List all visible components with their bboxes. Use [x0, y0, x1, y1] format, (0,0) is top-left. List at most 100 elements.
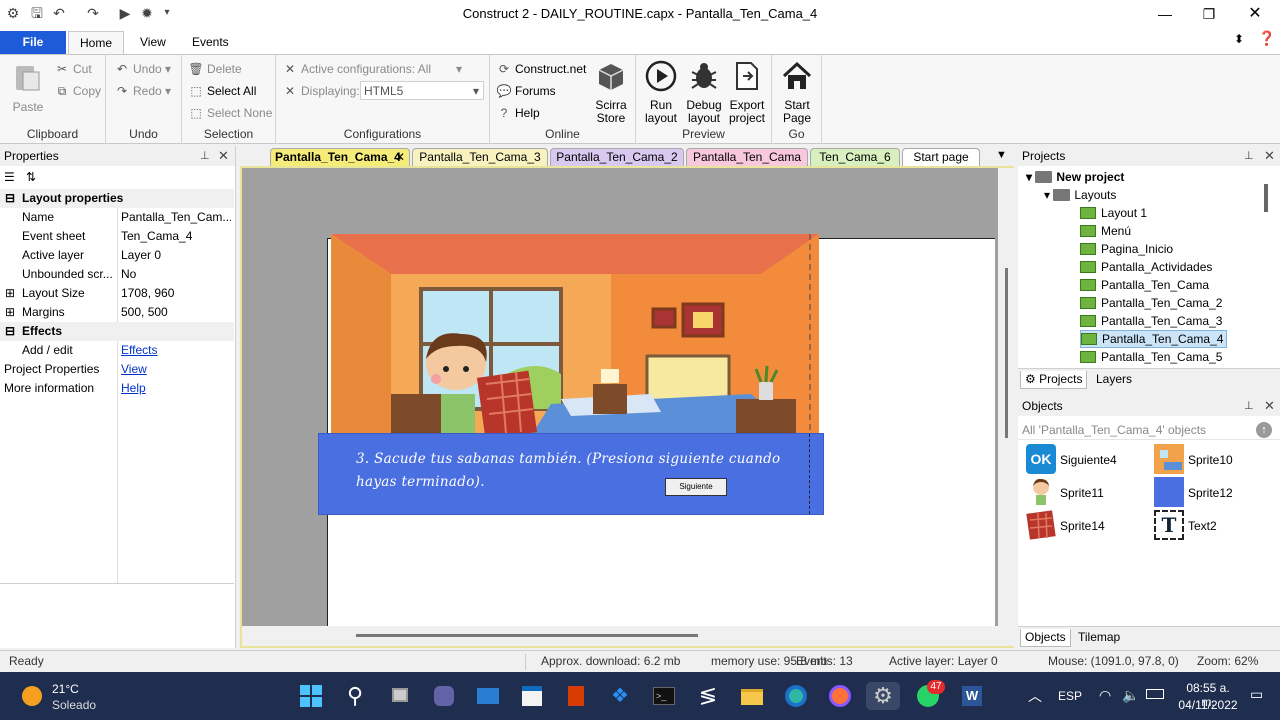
sun-weather-icon[interactable] [22, 686, 42, 706]
select-all-button[interactable]: ⬚ Select All [188, 82, 256, 100]
horizontal-scroll-thumb[interactable] [356, 634, 698, 637]
objects-pin-icon[interactable]: ⊥ [1244, 396, 1254, 416]
ribbon-collapse-icon[interactable]: ⬍ [1234, 32, 1244, 46]
select-none-button[interactable]: ⬚ Select None [188, 104, 272, 122]
wifi-icon[interactable]: ◠ [1099, 687, 1111, 704]
property-row[interactable]: Name Pantalla_Ten_Cam... [0, 208, 234, 227]
tree-layout-item[interactable]: Pantalla_Ten_Cama_2 [1080, 294, 1222, 312]
objects-close-icon[interactable]: ✕ [1264, 396, 1275, 416]
delete-button[interactable]: 🗑 Delete [188, 60, 241, 78]
tree-layout-item[interactable]: Pantalla_Actividades [1080, 258, 1212, 276]
tab-close-icon[interactable]: ✕ [395, 149, 405, 165]
objects-filter[interactable]: All 'Pantalla_Ten_Cama_4' objects [1018, 420, 1280, 440]
tree-layout-item[interactable]: Pantalla_Ten_Cama [1080, 276, 1209, 294]
firefox-icon[interactable] [826, 682, 854, 710]
horizontal-scrollbar[interactable] [242, 626, 998, 646]
tree-root[interactable]: ▾ New project [1026, 168, 1124, 186]
help-link[interactable]: Help [121, 379, 231, 398]
filter-up-icon[interactable]: ↑ [1256, 422, 1272, 438]
online-help-button[interactable]: ? Help [496, 104, 540, 122]
tab-file[interactable]: File [0, 31, 66, 54]
clock-date[interactable]: 04/11/2022 [1178, 698, 1238, 712]
tab-view[interactable]: View [126, 31, 180, 53]
tab-projects[interactable]: ⚙ Projects [1020, 371, 1088, 389]
property-row[interactable]: ⊞ Layout Size 1708, 960 [0, 284, 234, 303]
tree-layout-item[interactable]: Pagina_Inicio [1080, 240, 1173, 258]
edge-icon[interactable] [782, 682, 810, 710]
property-value[interactable]: 1708, 960 [121, 284, 231, 303]
tab-layers[interactable]: Layers [1094, 371, 1134, 389]
document-tab[interactable]: Ten_Cama_6 [810, 148, 900, 166]
property-value[interactable]: Layer 0 [121, 246, 231, 265]
vscode-icon[interactable]: ≶ [694, 682, 722, 710]
weather-temp[interactable]: 21°C [52, 682, 79, 696]
document-tab[interactable]: Pantalla_Ten_Cama_4 ✕ [270, 148, 410, 166]
properties-close-icon[interactable]: ✕ [218, 146, 229, 166]
office-icon[interactable] [562, 682, 590, 710]
windows-start-icon[interactable] [297, 682, 325, 710]
projects-pin-icon[interactable]: ⊥ [1244, 146, 1254, 166]
bedroom-scene-sprite[interactable] [331, 234, 819, 436]
pin-icon[interactable]: ⊥ [200, 146, 210, 166]
layout-properties-section[interactable]: ⊟ Layout properties [0, 189, 234, 208]
expand-icon[interactable]: ⊞ [5, 284, 15, 303]
search-icon[interactable]: ⚲ [341, 682, 369, 710]
paste-button[interactable]: Paste [8, 62, 48, 114]
mail-icon[interactable] [474, 682, 502, 710]
export-project-button[interactable]: Export project [726, 60, 768, 125]
run-layout-button[interactable]: Run layout [642, 60, 680, 125]
vertical-scrollbar[interactable] [998, 168, 1016, 646]
cut-button[interactable]: ✂ Cut [54, 60, 92, 78]
categorized-icon[interactable]: ☰ [4, 170, 15, 184]
document-tab[interactable]: Pantalla_Ten_Cama_3 [412, 148, 548, 166]
construct-net-button[interactable]: ⟳ Construct.net [496, 60, 586, 78]
property-value[interactable]: No [121, 265, 231, 284]
document-tab[interactable]: Start page [902, 148, 980, 166]
word-icon[interactable]: W [958, 682, 986, 710]
file-explorer-icon[interactable] [738, 682, 766, 710]
property-row[interactable]: ⊞ Margins 500, 500 [0, 303, 234, 322]
teams-chat-icon[interactable] [430, 682, 458, 710]
expand-icon[interactable]: ⊞ [5, 303, 15, 322]
tree-layout-item[interactable]: Pantalla_Ten_Cama_5 [1080, 348, 1222, 366]
property-row[interactable]: Event sheet Ten_Cama_4 [0, 227, 234, 246]
language-indicator[interactable]: ESP [1058, 689, 1082, 703]
tree-layout-item[interactable]: Menú [1080, 222, 1131, 240]
tab-tilemap[interactable]: Tilemap [1076, 629, 1122, 647]
tray-chevron-up-icon[interactable]: ︿ [1028, 686, 1042, 706]
active-configurations-dropdown[interactable]: ✕ Active configurations: All ▾ [282, 60, 472, 78]
effects-section[interactable]: ⊟ Effects [0, 322, 234, 341]
property-value[interactable]: Pantalla_Ten_Cam... [121, 208, 231, 227]
tab-objects[interactable]: Objects [1020, 629, 1071, 647]
vertical-scroll-thumb[interactable] [1005, 268, 1008, 438]
debug-layout-button[interactable]: Debug layout [684, 60, 724, 125]
effects-link[interactable]: Effects [121, 341, 231, 360]
dropbox-icon[interactable]: ❖ [606, 682, 634, 710]
property-row[interactable]: Active layer Layer 0 [0, 246, 234, 265]
battery-icon[interactable] [1146, 689, 1164, 699]
tab-list-chevron-icon[interactable]: ▼ [996, 149, 1007, 161]
tree-layout-item[interactable]: Pantalla_Ten_Cama_3 [1080, 312, 1222, 330]
property-row[interactable]: Unbounded scr... No [0, 265, 234, 284]
minimize-button[interactable]: — [1142, 0, 1188, 28]
tab-home[interactable]: Home [68, 31, 124, 55]
sort-alpha-icon[interactable]: ⇅ [26, 170, 36, 184]
weather-desc[interactable]: Soleado [52, 698, 96, 712]
start-page-button[interactable]: Start Page [776, 60, 818, 125]
construct2-taskbar-icon[interactable]: ⚙ [866, 682, 900, 710]
volume-icon[interactable]: 🔈 [1122, 687, 1139, 704]
undo-button[interactable]: ↶ Undo ▾ [114, 60, 171, 78]
projects-close-icon[interactable]: ✕ [1264, 146, 1275, 166]
caption-sprite[interactable]: 3. Sacude tus sabanas también. (Presiona… [318, 433, 824, 515]
close-button[interactable]: ✕ [1232, 0, 1278, 28]
layout-view[interactable]: 3. Sacude tus sabanas también. (Presiona… [240, 166, 1016, 648]
help-icon[interactable]: ❓ [1258, 30, 1275, 47]
document-tab[interactable]: Pantalla_Ten_Cama [686, 148, 808, 166]
tab-events[interactable]: Events [178, 31, 243, 53]
terminal-icon[interactable]: >_ [650, 682, 678, 710]
document-tab[interactable]: Pantalla_Ten_Cama_2 [550, 148, 684, 166]
tree-layout-item[interactable]: Layout 1 [1080, 204, 1147, 222]
forums-button[interactable]: 💬 Forums [496, 82, 556, 100]
store-icon[interactable] [518, 682, 546, 710]
redo-button[interactable]: ↷ Redo ▾ [114, 82, 171, 100]
